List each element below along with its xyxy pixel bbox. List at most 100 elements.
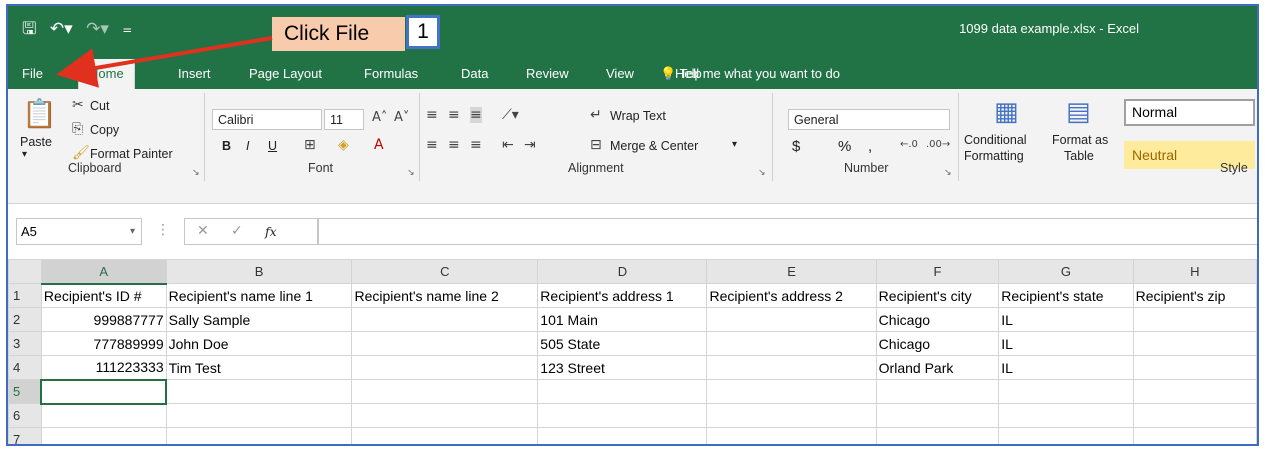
cell[interactable] (998, 427, 1134, 444)
cell[interactable]: Tim Test (165, 355, 353, 380)
format-as-table-button[interactable]: Format as (1052, 133, 1108, 147)
align-center-icon[interactable]: ≡ (448, 137, 460, 153)
font-color-icon[interactable]: A (374, 137, 384, 153)
underline-button[interactable]: U (268, 139, 277, 153)
paste-dropdown-icon[interactable]: ▾ (22, 149, 27, 160)
tab-file[interactable]: File (22, 59, 43, 89)
tell-me-search[interactable]: 💡 Tell me what you want to do (660, 59, 840, 89)
cell[interactable] (165, 403, 353, 428)
cell[interactable]: Recipient's ID # (40, 283, 167, 308)
comma-button[interactable]: , (868, 138, 872, 155)
select-all-button[interactable] (8, 259, 42, 284)
column-header[interactable]: D (537, 259, 708, 284)
row-header[interactable]: 2 (8, 307, 42, 332)
cell[interactable]: 123 Street (537, 355, 708, 380)
cell[interactable] (351, 427, 539, 444)
cell[interactable]: IL (998, 331, 1134, 356)
customize-qat-icon[interactable]: = (122, 23, 132, 37)
cell[interactable] (351, 331, 539, 356)
column-header[interactable]: G (998, 259, 1134, 284)
cell[interactable]: Sally Sample (165, 307, 353, 332)
active-cell[interactable] (40, 378, 168, 405)
cell[interactable] (706, 355, 877, 380)
number-launcher-icon[interactable]: ↘ (944, 167, 952, 178)
row-header[interactable]: 1 (8, 283, 42, 308)
cell[interactable]: Recipient's state (998, 283, 1134, 308)
cut-button[interactable]: Cut (90, 99, 109, 113)
cell[interactable] (1132, 403, 1257, 428)
cell[interactable]: Recipient's address 2 (706, 283, 877, 308)
cell[interactable] (706, 331, 877, 356)
align-right-icon[interactable]: ≡ (470, 137, 482, 153)
cell[interactable] (1132, 379, 1257, 404)
wrap-text-icon[interactable]: ↵ (590, 107, 602, 123)
cell[interactable] (998, 403, 1134, 428)
cell[interactable] (40, 403, 167, 428)
cell[interactable] (1132, 427, 1257, 444)
cell[interactable] (351, 307, 539, 332)
cell[interactable]: Recipient's name line 1 (165, 283, 353, 308)
row-header[interactable]: 3 (8, 331, 42, 356)
cell[interactable]: 101 Main (537, 307, 708, 332)
cell[interactable] (875, 403, 1000, 428)
enter-icon[interactable]: ✓ (231, 223, 243, 239)
row-header[interactable]: 4 (8, 355, 42, 380)
tab-page-layout[interactable]: Page Layout (249, 59, 322, 89)
number-format-select[interactable]: General (788, 109, 950, 130)
wrap-text-button[interactable]: Wrap Text (610, 109, 666, 123)
cell[interactable] (165, 379, 353, 404)
conditional-formatting-button[interactable]: Conditional (964, 133, 1027, 147)
decrease-font-icon[interactable]: A˅ (394, 110, 409, 125)
cell[interactable] (706, 307, 877, 332)
cell[interactable]: Recipient's zip (1132, 283, 1257, 308)
column-header[interactable]: F (875, 259, 1000, 284)
cell[interactable] (706, 403, 877, 428)
font-launcher-icon[interactable]: ↘ (407, 167, 415, 178)
tab-view[interactable]: View (606, 59, 634, 89)
alignment-launcher-icon[interactable]: ↘ (758, 167, 766, 178)
clipboard-launcher-icon[interactable]: ↘ (192, 167, 200, 178)
percent-button[interactable]: % (838, 138, 851, 155)
align-top-icon[interactable]: ≡ (426, 107, 438, 123)
cell[interactable]: IL (998, 307, 1134, 332)
cell[interactable]: 999887777 (40, 307, 167, 332)
cell[interactable]: Chicago (875, 307, 1000, 332)
cell[interactable]: 777889999 (40, 331, 167, 356)
cell[interactable] (706, 427, 877, 444)
format-as-table-sub[interactable]: Table (1064, 149, 1094, 163)
bold-button[interactable]: B (222, 139, 231, 153)
save-icon[interactable]: 🖫 (22, 19, 36, 39)
align-left-icon[interactable]: ≡ (426, 137, 438, 153)
copy-button[interactable]: Copy (90, 123, 119, 137)
decrease-indent-icon[interactable]: ⇤ (502, 137, 514, 153)
undo-icon[interactable]: ↶▾ (50, 19, 73, 39)
font-size-select[interactable]: 11 (324, 109, 364, 130)
cell[interactable] (875, 427, 1000, 444)
name-box[interactable]: A5 ▾ (16, 218, 142, 245)
cell[interactable]: Orland Park (875, 355, 1000, 380)
cell[interactable] (1132, 355, 1257, 380)
cell[interactable] (165, 427, 353, 444)
decrease-decimal-icon[interactable]: .00→ (926, 139, 950, 150)
formula-bar-grip-icon[interactable]: ⋮ (156, 222, 170, 238)
cell[interactable] (1132, 307, 1257, 332)
tab-formulas[interactable]: Formulas (364, 59, 418, 89)
insert-function-button[interactable]: fx (265, 224, 277, 239)
cell[interactable]: 111223333 (40, 355, 167, 380)
cell[interactable] (537, 403, 708, 428)
fill-color-icon[interactable]: ◈ (338, 137, 349, 153)
column-header[interactable]: H (1132, 259, 1257, 284)
column-header[interactable]: E (706, 259, 877, 284)
font-name-select[interactable]: Calibri (212, 109, 322, 130)
cell[interactable] (706, 379, 877, 404)
row-header[interactable]: 7 (8, 427, 42, 444)
tab-data[interactable]: Data (461, 59, 488, 89)
cancel-icon[interactable]: ✕ (197, 223, 209, 239)
paste-button[interactable]: Paste (20, 135, 52, 149)
borders-icon[interactable]: ⊞ (304, 137, 316, 153)
currency-button[interactable]: $ (792, 138, 800, 155)
format-painter-button[interactable]: Format Painter (90, 147, 173, 161)
tab-review[interactable]: Review (526, 59, 569, 89)
cell[interactable] (351, 355, 539, 380)
paste-icon[interactable]: 📋 (22, 97, 57, 130)
